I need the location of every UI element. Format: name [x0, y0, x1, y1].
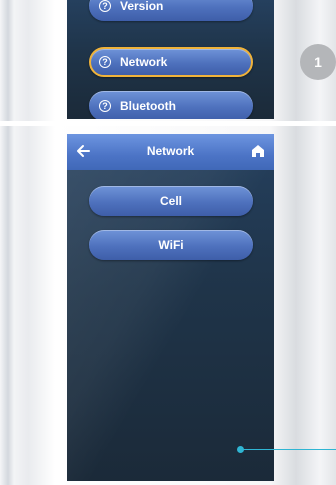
menu-item-version[interactable]: ? Version [89, 0, 253, 21]
question-circle-icon: ? [99, 0, 111, 12]
callout-line [241, 449, 336, 450]
cell-button-label: Cell [159, 194, 182, 208]
settings-menu-screen: ? Version ? Network ? Bluetooth [67, 0, 274, 119]
wifi-button[interactable]: WiFi [89, 230, 253, 260]
step-badge: 1 [300, 44, 336, 80]
cell-button[interactable]: Cell [89, 186, 253, 216]
menu-item-bluetooth[interactable]: ? Bluetooth [89, 91, 253, 119]
menu-item-label: Bluetooth [120, 99, 176, 113]
network-screen: Network Cell WiFi [67, 134, 274, 481]
page-title: Network [146, 144, 195, 158]
network-header: Network [67, 134, 274, 170]
question-circle-icon: ? [99, 100, 111, 112]
callout-dot [237, 446, 244, 453]
menu-item-label: Network [120, 55, 168, 69]
question-circle-icon: ? [99, 56, 111, 68]
menu-item-network[interactable]: ? Network [89, 47, 253, 77]
menu-item-label: Version [120, 0, 164, 13]
home-icon[interactable] [251, 144, 265, 158]
wifi-button-label: WiFi [158, 238, 184, 252]
